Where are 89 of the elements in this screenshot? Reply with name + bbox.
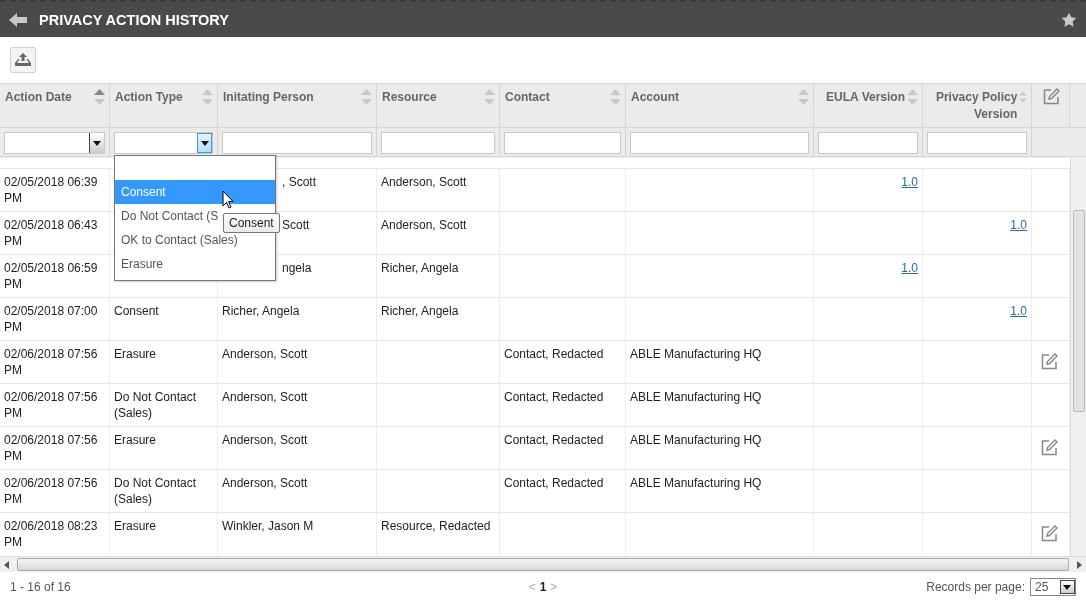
- filter-field[interactable]: [222, 132, 372, 154]
- filter-field[interactable]: [630, 132, 809, 154]
- table-cell: Do Not Contact (Sales): [114, 476, 197, 506]
- table-cell: Erasure: [114, 347, 157, 361]
- table-cell: ABLE Manufacturing HQ: [630, 347, 762, 361]
- star-icon[interactable]: [1061, 11, 1077, 28]
- sort-icon[interactable]: [361, 89, 372, 105]
- table-cell: Anderson, Scott: [222, 476, 308, 490]
- page-title: PRIVACY ACTION HISTORY: [39, 11, 230, 28]
- page-number[interactable]: 1: [539, 580, 547, 594]
- edit-icon[interactable]: [1041, 439, 1058, 456]
- back-arrow-icon[interactable]: [9, 12, 27, 27]
- export-button[interactable]: [10, 47, 36, 73]
- sort-icon[interactable]: [94, 89, 105, 105]
- table-cell: Contact, Redacted: [504, 433, 604, 447]
- table-cell: ABLE Manufacturing HQ: [630, 476, 762, 490]
- sort-icon[interactable]: [1019, 89, 1027, 105]
- table-cell: Anderson, Scott: [381, 175, 467, 189]
- export-icon: [15, 53, 31, 67]
- table-cell: Erasure: [114, 519, 157, 533]
- filter-field[interactable]: [818, 132, 918, 154]
- table-cell: ABLE Manufacturing HQ: [630, 390, 762, 404]
- table-cell: Richer, Angela: [222, 304, 300, 318]
- dropdown-option[interactable]: Consent: [115, 180, 275, 204]
- table-cell: Resource, Redacted: [381, 519, 491, 533]
- dropdown-option[interactable]: Erasure: [115, 252, 275, 276]
- filter-dropdown[interactable]: [4, 132, 105, 154]
- record-range: 1 - 16 of 16: [10, 580, 72, 594]
- version-link[interactable]: 1.0: [901, 175, 918, 189]
- table-cell: 02/05/2018 07:00 PM: [4, 304, 98, 334]
- table-cell: , Scott: [282, 174, 316, 190]
- sort-icon[interactable]: [798, 89, 809, 105]
- sort-icon[interactable]: [484, 89, 495, 105]
- table-cell: 02/06/2018 07:56 PM: [4, 476, 98, 506]
- table-cell: 02/06/2018 07:56 PM: [4, 347, 98, 377]
- table-cell: 02/06/2018 07:56 PM: [4, 390, 98, 420]
- table-cell: Consent: [114, 304, 159, 318]
- horizontal-scrollbar[interactable]: [0, 556, 1086, 572]
- records-per-page-label: Records per page:: [926, 580, 1025, 594]
- dropdown-caret-icon: [93, 140, 101, 146]
- filter-field[interactable]: [504, 132, 621, 154]
- table-cell: Contact, Redacted: [504, 390, 604, 404]
- table-cell: Contact, Redacted: [504, 476, 604, 490]
- table-cell: Anderson, Scott: [222, 433, 308, 447]
- tooltip: Consent: [223, 213, 280, 233]
- table-cell: Winkler, Jason M: [222, 519, 314, 533]
- table-cell: Anderson, Scott: [222, 390, 308, 404]
- dropdown-caret-icon: [1063, 584, 1072, 590]
- table-cell: Do Not Contact (Sales): [114, 390, 197, 420]
- version-link[interactable]: 1.0: [1010, 304, 1027, 318]
- sort-icon[interactable]: [610, 89, 621, 105]
- cursor-icon: [222, 190, 234, 209]
- sort-icon[interactable]: [907, 89, 918, 105]
- table-cell: Richer, Angela: [381, 304, 459, 318]
- table-cell: Richer, Angela: [381, 261, 459, 275]
- table-cell: Contact, Redacted: [504, 347, 604, 361]
- filter-field[interactable]: [927, 132, 1027, 154]
- column-header[interactable]: Action Date: [5, 89, 92, 127]
- table-cell: ABLE Manufacturing HQ: [630, 433, 762, 447]
- version-link[interactable]: 1.0: [1010, 218, 1027, 232]
- table-cell: 02/06/2018 08:23 PM: [4, 519, 98, 549]
- table-cell: Anderson, Scott: [381, 218, 467, 232]
- table-cell: Erasure: [114, 433, 157, 447]
- scroll-left-icon[interactable]: [4, 560, 9, 569]
- table-cell: Anderson, Scott: [222, 347, 308, 361]
- column-header[interactable]: Action Type: [115, 89, 200, 127]
- column-header[interactable]: EULA Version: [826, 89, 905, 127]
- edit-icon[interactable]: [1041, 525, 1058, 542]
- records-per-page-select[interactable]: 25: [1030, 578, 1076, 596]
- sort-icon[interactable]: [202, 89, 213, 105]
- table-cell: ngela: [282, 260, 312, 276]
- table-cell: Scott: [282, 217, 310, 233]
- table-cell: 02/05/2018 06:39 PM: [4, 175, 98, 205]
- edit-icon[interactable]: [1041, 353, 1058, 370]
- dropdown-caret-icon: [200, 140, 209, 146]
- column-header[interactable]: Resource: [382, 89, 482, 127]
- column-header[interactable]: Account: [631, 89, 796, 127]
- column-header[interactable]: Initating Person: [223, 89, 359, 127]
- table-cell: 02/05/2018 06:59 PM: [4, 261, 98, 291]
- vertical-scrollbar[interactable]: [1070, 158, 1086, 556]
- version-link[interactable]: 1.0: [901, 261, 918, 275]
- column-header[interactable]: Privacy Policy Version: [928, 89, 1018, 127]
- filter-dropdown[interactable]: [114, 132, 213, 154]
- table-cell: 02/06/2018 07:56 PM: [4, 433, 98, 463]
- filter-field[interactable]: [381, 132, 495, 154]
- edit-icon[interactable]: [1043, 88, 1060, 105]
- column-header[interactable]: Contact: [505, 89, 608, 127]
- scroll-right-icon[interactable]: [1077, 560, 1082, 569]
- table-cell: 02/05/2018 06:43 PM: [4, 218, 98, 248]
